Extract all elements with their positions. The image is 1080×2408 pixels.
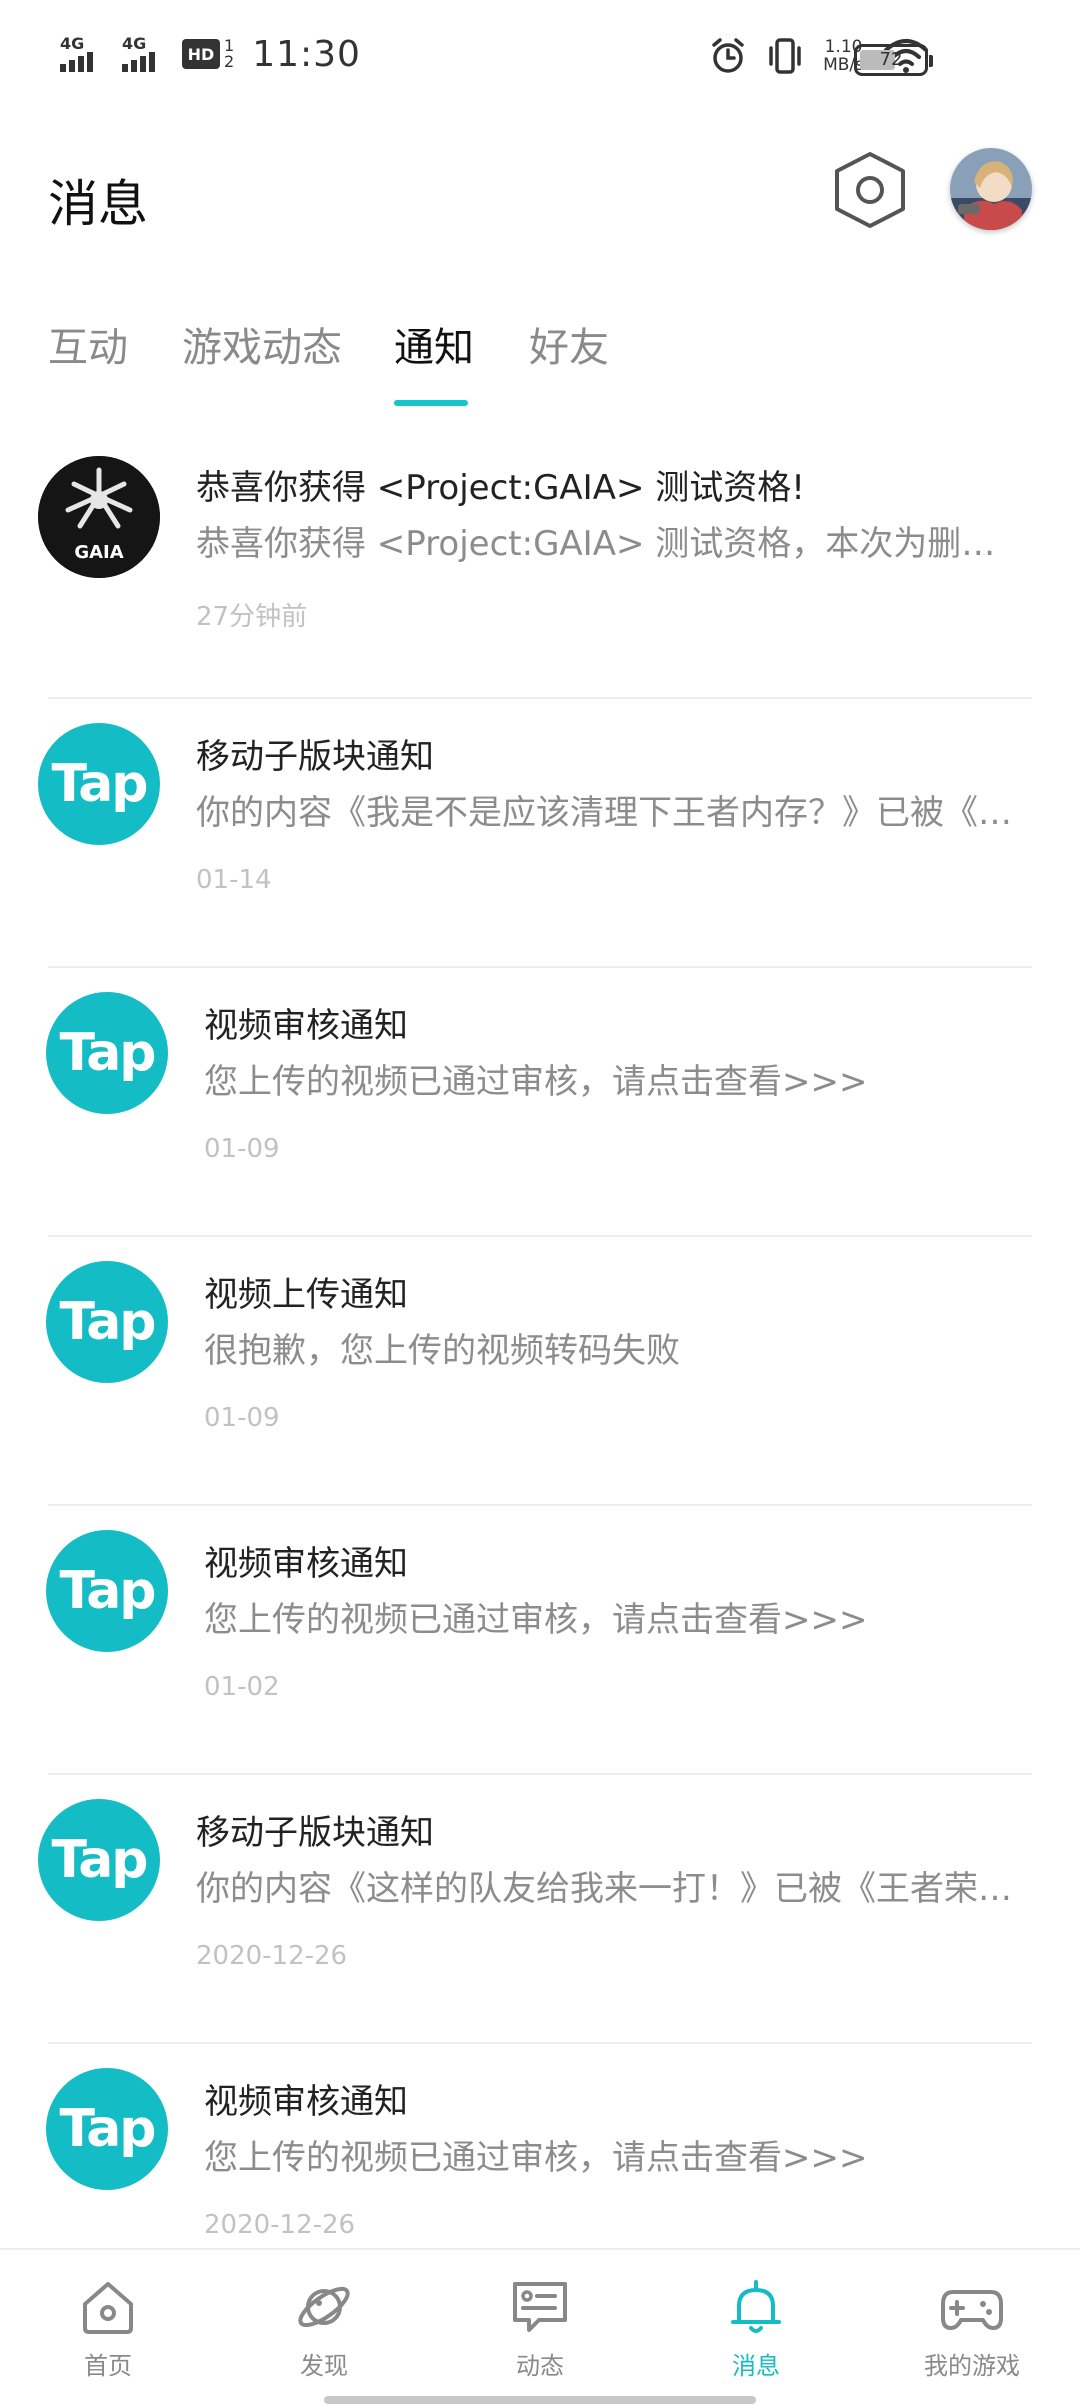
notification-item[interactable]: Tap 移动子版块通知 你的内容《我是不是应该清理下王者内存？》已被《… 01-… [0, 699, 1080, 968]
notification-title: 恭喜你获得 <Project:GAIA> 测试资格! [196, 468, 805, 508]
nav-messages[interactable]: 消息 [696, 2276, 816, 2386]
hd-sub-label: 1 2 [224, 38, 234, 70]
notification-desc: 恭喜你获得 <Project:GAIA> 测试资格，本次为删… [196, 524, 996, 564]
home-indicator-bar[interactable] [324, 2396, 756, 2404]
notification-desc: 你的内容《这样的队友给我来一打！》已被《王者荣… [196, 1869, 1012, 1909]
nav-discover-label: 发现 [300, 2352, 348, 2380]
notification-title: 视频审核通知 [204, 2082, 408, 2122]
page-title: 消息 [48, 175, 148, 233]
notification-desc: 您上传的视频已通过审核，请点击查看>>> [204, 1062, 868, 1102]
nav-my-games-label: 我的游戏 [924, 2352, 1020, 2380]
tap-logo-text: Tap [51, 754, 148, 814]
tab-interaction[interactable]: 互动 [48, 315, 128, 373]
battery-icon: 72 [854, 44, 933, 76]
notification-desc: 你的内容《我是不是应该清理下王者内存？》已被《… [196, 793, 1012, 833]
signal-4g-icon-1: 4G [58, 32, 110, 76]
hd-voice-icon: HD [182, 39, 220, 69]
settings-button[interactable] [832, 150, 908, 230]
notification-title: 视频审核通知 [204, 1544, 408, 1584]
notification-time: 27分钟前 [196, 602, 308, 632]
status-left: 4G 4G HD 1 2 11:30 [58, 32, 361, 76]
bell-icon [731, 2280, 781, 2333]
notification-item[interactable]: GAIA 恭喜你获得 <Project:GAIA> 测试资格! 恭喜你获得 <P… [0, 430, 1080, 699]
notification-item[interactable]: Tap 视频上传通知 很抱歉，您上传的视频转码失败 01-09 [0, 1237, 1080, 1506]
notification-title: 视频上传通知 [204, 1275, 408, 1315]
user-avatar[interactable] [950, 148, 1032, 230]
notification-time: 01-02 [204, 1672, 280, 1702]
gaia-logo-icon: GAIA [38, 456, 160, 578]
gaia-logo-text: GAIA [74, 542, 124, 563]
notification-desc: 您上传的视频已通过审核，请点击查看>>> [204, 1600, 868, 1640]
notification-time: 01-14 [196, 865, 272, 895]
chat-card-icon [513, 2282, 567, 2332]
gamepad-icon [941, 2290, 1003, 2330]
bottom-nav: 首页 发现 动态 消息 我的游戏 [0, 2248, 1080, 2408]
nav-home[interactable]: 首页 [48, 2276, 168, 2386]
header: 消息 [0, 150, 1080, 270]
tap-logo-text: Tap [59, 1292, 156, 1352]
notification-title: 视频审核通知 [204, 1006, 408, 1046]
notification-time: 2020-12-26 [204, 2210, 356, 2240]
tab-notifications[interactable]: 通知 [394, 315, 474, 373]
tap-logo-icon: Tap [46, 1261, 168, 1383]
notification-title: 移动子版块通知 [196, 1813, 434, 1853]
nav-messages-label: 消息 [732, 2352, 780, 2380]
notification-desc: 很抱歉，您上传的视频转码失败 [204, 1331, 680, 1371]
notification-time: 2020-12-26 [196, 1941, 348, 1971]
network-label-2: 4G [122, 34, 147, 53]
notification-time: 01-09 [204, 1134, 280, 1164]
nav-discover[interactable]: 发现 [264, 2276, 384, 2386]
nav-my-games[interactable]: 我的游戏 [912, 2276, 1032, 2386]
signal-4g-icon-2: 4G [120, 32, 172, 76]
clock: 11:30 [252, 33, 361, 75]
nav-feed[interactable]: 动态 [480, 2276, 600, 2386]
notification-item[interactable]: Tap 视频审核通知 您上传的视频已通过审核，请点击查看>>> 01-09 [0, 968, 1080, 1237]
screen: 4G 4G HD 1 2 11:30 1.10 MB/s 72 消息 互动 游戏… [0, 0, 1080, 2408]
tap-logo-text: Tap [59, 2099, 156, 2159]
tab-active-indicator [394, 400, 468, 406]
tap-logo-text: Tap [59, 1561, 156, 1621]
notification-desc: 您上传的视频已通过审核，请点击查看>>> [204, 2138, 868, 2178]
notification-item[interactable]: Tap 视频审核通知 您上传的视频已通过审核，请点击查看>>> 01-02 [0, 1506, 1080, 1775]
avatar-image [950, 148, 1032, 230]
home-icon [83, 2282, 133, 2334]
tap-logo-text: Tap [51, 1830, 148, 1890]
tap-logo-text: Tap [59, 1023, 156, 1083]
tap-logo-icon: Tap [38, 723, 160, 845]
alarm-icon [712, 38, 744, 73]
nav-feed-label: 动态 [516, 2352, 564, 2380]
notification-item[interactable]: Tap 移动子版块通知 你的内容《这样的队友给我来一打！》已被《王者荣… 202… [0, 1775, 1080, 2044]
tap-logo-icon: Tap [46, 2068, 168, 2190]
tab-bar: 互动 游戏动态 通知 好友 [48, 315, 1032, 415]
nav-home-label: 首页 [84, 2352, 132, 2380]
notification-time: 01-09 [204, 1403, 280, 1433]
vibrate-icon [769, 38, 801, 74]
hexagon-settings-icon [835, 152, 905, 228]
status-bar: 4G 4G HD 1 2 11:30 1.10 MB/s 72 [0, 0, 1080, 120]
hd-sub-bottom: 2 [224, 52, 235, 71]
battery-level: 72 [879, 49, 903, 70]
tap-logo-icon: Tap [46, 1530, 168, 1652]
planet-icon [298, 2286, 350, 2328]
tap-logo-icon: Tap [46, 992, 168, 1114]
tab-friends[interactable]: 好友 [529, 315, 609, 373]
network-label-1: 4G [60, 34, 85, 53]
notification-title: 移动子版块通知 [196, 737, 434, 777]
tap-logo-icon: Tap [38, 1799, 160, 1921]
tab-game-news[interactable]: 游戏动态 [182, 315, 342, 373]
